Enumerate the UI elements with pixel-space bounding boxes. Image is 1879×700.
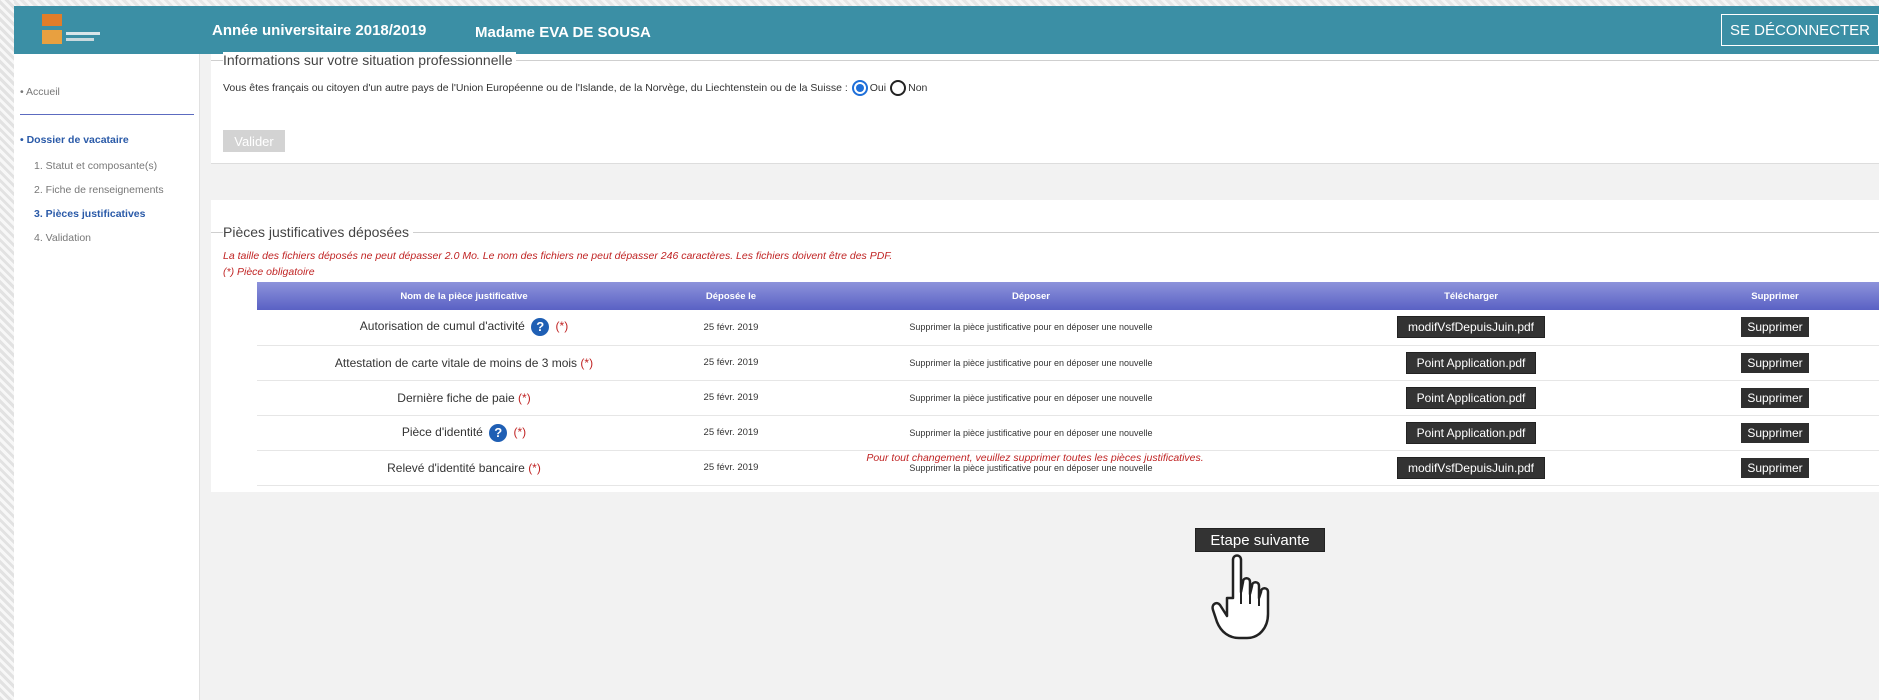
table-header-row: Nom de la pièce justificative Déposée le… [257,282,1879,310]
situation-panel: Informations sur votre situation profess… [211,52,1879,164]
logout-button[interactable]: SE DÉCONNECTER [1720,14,1879,46]
doc-deposit-note: Supprimer la pièce justificative pour en… [791,415,1271,451]
radio-no[interactable] [890,80,907,96]
delete-button[interactable]: Supprimer [1741,317,1809,338]
situation-legend: Informations sur votre situation profess… [223,52,517,68]
doc-download-cell: Point Application.pdf [1271,415,1671,451]
table-row: Autorisation de cumul d'activité ? (*) 2… [257,310,1879,346]
col-header-date: Déposée le [671,282,791,310]
doc-delete-cell: Supprimer [1671,345,1879,381]
citizenship-question-text: Vous êtes français ou citoyen d'un autre… [223,82,848,94]
doc-name-cell: Dernière fiche de paie (*) [257,380,671,416]
radio-yes[interactable] [851,80,868,96]
university-logo[interactable] [42,14,112,48]
doc-date: 25 févr. 2019 [671,415,791,451]
download-button[interactable]: Point Application.pdf [1405,351,1537,374]
help-circle-icon[interactable]: ? [531,318,550,337]
required-marker: (*) [518,390,531,405]
doc-delete-cell: Supprimer [1671,380,1879,416]
radio-no-label[interactable]: Non [908,82,927,94]
doc-name: Dernière fiche de paie [397,390,515,405]
table-row: Pièce d'identité ? (*) 25 févr. 2019 Sup… [257,415,1879,451]
download-button[interactable]: Point Application.pdf [1405,386,1537,409]
col-header-deposit: Déposer [791,282,1271,310]
download-button[interactable]: modifVsfDepuisJuin.pdf [1396,316,1546,339]
required-marker: (*) [580,355,594,370]
doc-name-cell: Pièce d'identité ? (*) [257,415,671,451]
help-circle-icon[interactable]: ? [489,423,508,442]
doc-date: 25 févr. 2019 [671,345,791,381]
doc-delete-cell: Supprimer [1671,415,1879,451]
file-size-warning: La taille des fichiers déposés ne peut d… [223,250,893,262]
required-marker: (*) [555,319,569,334]
sidebar-step-validation[interactable]: 4. Validation [34,232,91,244]
sidebar-section-dossier[interactable]: • Dossier de vacataire [20,134,129,146]
hand-pointer-icon [1211,554,1270,640]
documents-legend: Pièces justificatives déposées [223,224,413,240]
radio-yes-label[interactable]: Oui [870,82,886,94]
doc-date: 25 févr. 2019 [671,310,791,346]
doc-download-cell: Point Application.pdf [1271,380,1671,416]
col-header-name: Nom de la pièce justificative [257,282,671,310]
sidebar-divider [20,114,194,115]
sidebar-step-fiche[interactable]: 2. Fiche de renseignements [34,184,164,196]
doc-name: Attestation de carte vitale de moins de … [334,355,578,370]
table-row: Dernière fiche de paie (*) 25 févr. 2019… [257,380,1879,416]
top-header: Année universitaire 2018/2019 Madame EVA… [14,6,1879,54]
doc-name: Pièce d'identité [401,424,483,439]
validate-button[interactable]: Valider [223,130,285,152]
sidebar: • Accueil • Dossier de vacataire 1. Stat… [14,54,200,700]
doc-deposit-note: Supprimer la pièce justificative pour en… [791,310,1271,346]
sidebar-step-statut[interactable]: 1. Statut et composante(s) [34,160,157,172]
delete-button[interactable]: Supprimer [1741,352,1809,373]
download-button[interactable]: Point Application.pdf [1405,421,1537,444]
doc-deposit-note: Supprimer la pièce justificative pour en… [791,380,1271,416]
table-row: Attestation de carte vitale de moins de … [257,345,1879,381]
academic-year: Année universitaire 2018/2019 [212,22,427,39]
next-step-button[interactable]: Etape suivante [1195,528,1325,552]
main-content: Informations sur votre situation profess… [201,52,1879,700]
delete-button[interactable]: Supprimer [1741,422,1809,443]
mandatory-note: (*) Pièce obligatoire [223,266,315,278]
sidebar-item-home[interactable]: • Accueil [20,86,60,98]
doc-deposit-note: Supprimer la pièce justificative pour en… [791,345,1271,381]
delete-button[interactable]: Supprimer [1741,387,1809,408]
col-header-delete: Supprimer [1671,282,1879,310]
citizenship-question: Vous êtes français ou citoyen d'un autre… [223,80,927,96]
change-note: Pour tout changement, veuillez supprimer… [866,452,1204,464]
documents-panel: Pièces justificatives déposées La taille… [211,200,1879,492]
user-name: Madame EVA DE SOUSA [475,24,651,41]
doc-delete-cell: Supprimer [1671,310,1879,346]
col-header-download: Télécharger [1271,282,1671,310]
doc-name-cell: Attestation de carte vitale de moins de … [257,345,671,381]
doc-download-cell: Point Application.pdf [1271,345,1671,381]
doc-name-cell: Autorisation de cumul d'activité ? (*) [257,310,671,346]
doc-date: 25 févr. 2019 [671,380,791,416]
doc-name: Autorisation de cumul d'activité [359,319,525,334]
sidebar-step-pieces[interactable]: 3. Pièces justificatives [34,208,145,220]
doc-download-cell: modifVsfDepuisJuin.pdf [1271,310,1671,346]
required-marker: (*) [513,424,527,439]
fieldset-border [211,232,1879,233]
window-frame-left [0,0,14,700]
